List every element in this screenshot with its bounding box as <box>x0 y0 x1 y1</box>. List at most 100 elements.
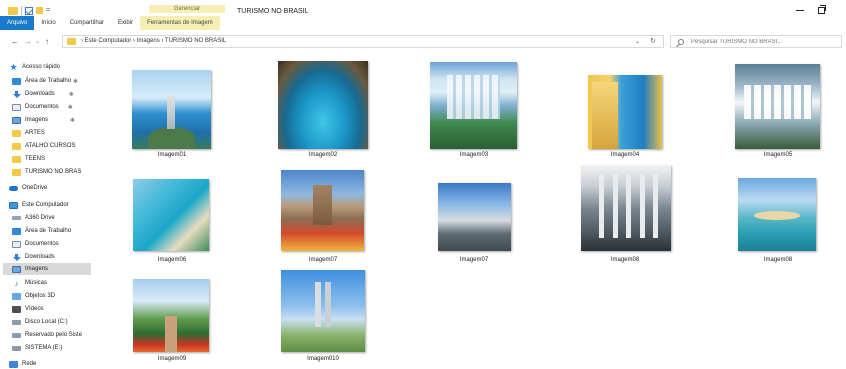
file-thumbnail[interactable] <box>430 62 517 149</box>
file-name[interactable]: Imagem08 <box>718 257 838 263</box>
properties-icon[interactable] <box>25 6 33 15</box>
chevron-down-icon[interactable]: ⌄ <box>635 38 640 45</box>
pin-icon[interactable]: ✱ <box>70 117 75 124</box>
sidebar-item-musicas[interactable]: ♪ Músicas <box>12 277 104 289</box>
tab-inicio[interactable]: Início <box>34 16 62 30</box>
file-thumbnail[interactable] <box>738 178 816 251</box>
sidebar-item-documentos-pc[interactable]: Documentos <box>12 238 104 250</box>
sidebar-item-label: Acesso rápido <box>22 64 61 70</box>
file-name[interactable]: Imagem01 <box>112 152 232 158</box>
file-thumbnail[interactable] <box>133 179 209 251</box>
folder-icon <box>12 168 21 176</box>
sidebar-item-imagens[interactable]: Imagens ✱ <box>12 114 104 126</box>
sidebar-item-teens[interactable]: TEENS <box>12 153 104 165</box>
recent-locations-icon[interactable]: ⌄ <box>35 36 40 48</box>
search-icon <box>678 39 684 45</box>
sidebar-item-onedrive[interactable]: OneDrive <box>9 182 101 194</box>
sidebar-item-rede[interactable]: Rede <box>9 358 101 369</box>
back-arrow-icon[interactable]: ← <box>11 36 19 48</box>
pin-icon[interactable]: ✱ <box>73 78 78 85</box>
breadcrumb[interactable]: › Este Computador › Imagens › TURISMO NO… <box>81 38 226 44</box>
file-thumbnail[interactable] <box>735 64 820 149</box>
disk-icon <box>12 345 21 351</box>
sidebar-item-downloads-pc[interactable]: Downloads <box>12 251 104 263</box>
file-thumbnail[interactable] <box>588 75 662 149</box>
file-name[interactable]: Imagem010 <box>263 356 383 362</box>
file-name[interactable]: Imagem03 <box>414 152 534 158</box>
customize-toolbar-icon[interactable]: = <box>46 7 50 15</box>
search-box[interactable] <box>670 35 842 48</box>
file-name[interactable]: Imagem06 <box>112 257 232 263</box>
sidebar-item-a360-drive[interactable]: A360 Drive <box>12 212 104 224</box>
file-thumbnail[interactable] <box>281 270 365 352</box>
sidebar-item-este-computador[interactable]: Este Computador <box>9 199 101 211</box>
pin-icon[interactable]: ✱ <box>69 91 74 98</box>
address-row: ← → ⌄ ↑ › Este Computador › Imagens › TU… <box>0 33 846 51</box>
file-name[interactable]: Imagem05 <box>718 152 838 158</box>
file-name[interactable]: Imagem02 <box>263 152 383 158</box>
folder-icon <box>12 129 21 137</box>
sidebar-item-objetos-3d[interactable]: Objetos 3D <box>12 290 104 302</box>
file-name[interactable]: Imagem09 <box>112 356 232 362</box>
minimize-icon[interactable] <box>793 5 807 15</box>
desktop-icon <box>12 77 21 85</box>
refresh-icon[interactable]: ↻ <box>650 37 656 45</box>
sidebar-item-label: ATALHO CURSOS <box>25 143 76 149</box>
file-thumbnail[interactable] <box>281 170 364 251</box>
sidebar-item-label: OneDrive <box>22 185 48 191</box>
file-thumbnail[interactable] <box>278 61 368 149</box>
tab-exibir[interactable]: Exibir <box>111 16 140 30</box>
file-name[interactable]: Imagem08 <box>565 257 685 263</box>
sidebar-item-atalho-cursos[interactable]: ATALHO CURSOS <box>12 140 104 152</box>
sidebar-item-label: TURISMO NO BRAS <box>25 169 82 175</box>
sidebar-item-downloads[interactable]: Downloads ✱ <box>12 88 104 100</box>
disk-icon <box>12 332 21 338</box>
file-name[interactable]: Imagem07 <box>263 257 383 263</box>
drive-icon <box>12 216 21 220</box>
file-thumbnail[interactable] <box>133 279 209 352</box>
tab-ferramentas-de-imagem[interactable]: Ferramentas de Imagem <box>140 16 220 30</box>
address-bar[interactable]: › Este Computador › Imagens › TURISMO NO… <box>62 35 664 48</box>
up-arrow-icon[interactable]: ↑ <box>45 36 49 48</box>
objects-3d-icon <box>12 292 21 300</box>
file-name[interactable]: Imagem04 <box>565 152 685 158</box>
sidebar-item-label: Documentos <box>25 241 59 247</box>
tab-arquivo[interactable]: Arquivo <box>0 16 35 30</box>
folder-icon <box>8 6 18 15</box>
new-folder-icon[interactable] <box>36 7 43 14</box>
sidebar-item-documentos[interactable]: Documentos ✱ <box>12 101 104 113</box>
file-thumbnail[interactable] <box>581 165 671 251</box>
sidebar-item-label: Downloads <box>25 91 55 97</box>
sidebar-item-disco-local-c[interactable]: Disco Local (C:) <box>12 316 104 328</box>
search-input[interactable] <box>691 37 839 47</box>
sidebar-item-label: ARTES <box>25 130 45 136</box>
ribbon-tabs: Arquivo Início Compartilhar Exibir Ferra… <box>0 16 220 30</box>
tab-compartilhar[interactable]: Compartilhar <box>63 16 111 30</box>
restore-icon[interactable] <box>815 5 827 15</box>
videos-icon <box>12 305 21 313</box>
documents-icon <box>12 103 21 111</box>
sidebar-item-area-de-trabalho-pc[interactable]: Área de Trabalho <box>12 225 104 237</box>
folder-icon <box>12 155 21 163</box>
music-icon: ♪ <box>14 278 19 288</box>
forward-arrow-icon[interactable]: → <box>24 36 32 48</box>
sidebar-item-area-de-trabalho[interactable]: Área de Trabalho ✱ <box>12 75 104 87</box>
sidebar-item-label: Reservado pelo Siste <box>25 332 83 338</box>
file-thumbnail[interactable] <box>438 183 511 251</box>
sidebar-item-videos[interactable]: Vídeos <box>12 303 104 315</box>
pin-icon[interactable]: ✱ <box>68 104 73 111</box>
sidebar-item-imagens-pc[interactable]: Imagens <box>3 263 91 275</box>
sidebar-item-acesso-rapido[interactable]: ★ Acesso rápido <box>9 61 101 73</box>
download-icon <box>12 90 21 98</box>
sidebar-item-artes[interactable]: ARTES <box>12 127 104 139</box>
sidebar-item-sistema-e[interactable]: SISTEMA (E:) <box>12 342 104 354</box>
file-thumbnail[interactable] <box>132 70 211 149</box>
sidebar-item-reservado-pelo-sistema[interactable]: Reservado pelo Siste <box>12 329 92 341</box>
sidebar-item-turismo-no-brasil[interactable]: TURISMO NO BRAS <box>12 166 92 178</box>
sidebar-item-label: Área de Trabalho <box>25 228 72 234</box>
desktop-icon <box>12 227 21 235</box>
onedrive-icon <box>9 185 18 191</box>
window-title: TURISMO NO BRASIL <box>237 8 309 15</box>
file-name[interactable]: Imagem07 <box>414 257 534 263</box>
ribbon-context-group: Gerenciar <box>149 5 225 13</box>
